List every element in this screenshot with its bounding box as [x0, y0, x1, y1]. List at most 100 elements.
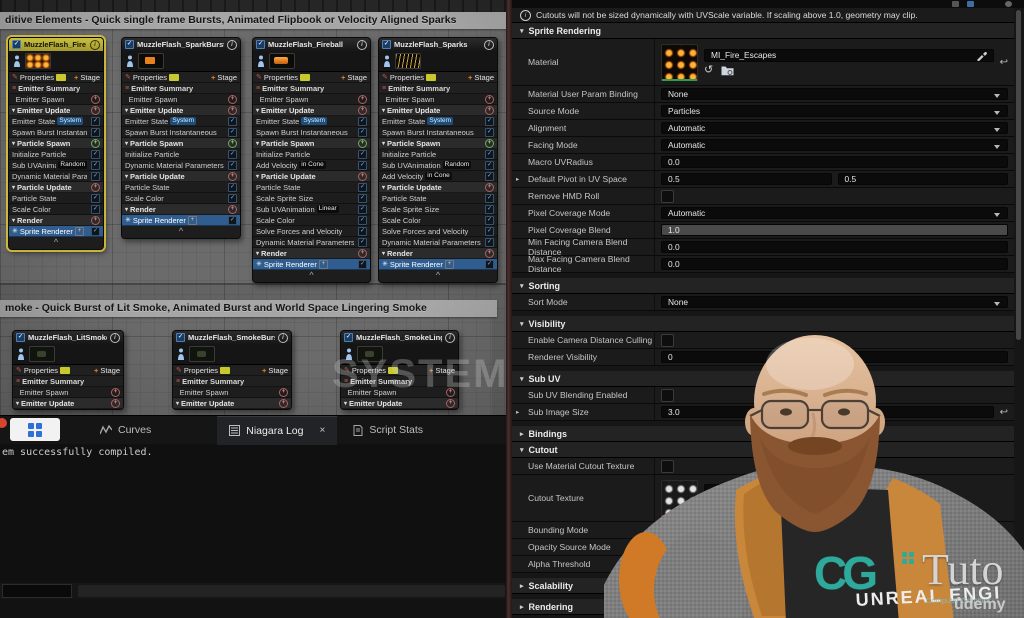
section-sub-uv[interactable]: ▾Sub UV: [512, 371, 1014, 387]
add-stage-plus-icon[interactable]: +: [74, 73, 78, 82]
module-enabled-checkbox[interactable]: ✓: [485, 150, 494, 159]
emitter-node-header[interactable]: ✓MuzzleFlash_Firei: [9, 38, 103, 51]
expander-icon[interactable]: ▸: [516, 175, 519, 183]
sub-image-size-input-y[interactable]: 3.0: [830, 406, 993, 418]
header-icon-3[interactable]: [1005, 1, 1012, 7]
node-row-spawn-burst-instantaneous[interactable]: Spawn Burst Instantaneous✓: [122, 127, 240, 138]
add-module-icon[interactable]: +: [228, 205, 237, 214]
section-sorting[interactable]: ▾Sorting: [512, 278, 1014, 294]
add-module-icon[interactable]: +: [358, 106, 367, 115]
module-enabled-checkbox[interactable]: ✓: [91, 128, 100, 137]
asset-thumbnail-mi-fire-escapes[interactable]: [661, 44, 698, 81]
emitter-enabled-checkbox[interactable]: ✓: [16, 333, 25, 342]
add-module-icon[interactable]: +: [91, 183, 100, 192]
module-enabled-checkbox[interactable]: ✓: [485, 194, 494, 203]
node-row-emitter-summary[interactable]: ≡Emitter Summary: [253, 83, 370, 94]
node-row-particle-state[interactable]: Particle State✓: [379, 193, 497, 204]
module-enabled-checkbox[interactable]: ✓: [485, 238, 494, 247]
pixel-coverage-blend-slider[interactable]: 1.0: [661, 224, 1008, 236]
node-row-render[interactable]: ▾Render+: [253, 248, 370, 259]
node-row-scale-sprite-size[interactable]: Scale Sprite Size✓: [253, 193, 370, 204]
module-enabled-checkbox[interactable]: ✓: [91, 172, 100, 181]
emitter-node-header[interactable]: ✓MuzzleFlash_SmokeLingeri: [341, 331, 458, 344]
node-row-emitter-summary[interactable]: ≡Emitter Summary: [173, 376, 291, 387]
add-stage-label[interactable]: Stage: [217, 73, 237, 82]
module-enabled-checkbox[interactable]: ✓: [485, 205, 494, 214]
collapse-chevron-icon[interactable]: ^: [253, 270, 370, 282]
node-row-emitter-summary[interactable]: ≡Emitter Summary: [13, 376, 123, 387]
section-rendering[interactable]: ▸Rendering: [512, 599, 1014, 615]
emitter-enabled-checkbox[interactable]: ✓: [176, 333, 185, 342]
triangle-down-icon[interactable]: ▾: [176, 400, 179, 407]
module-enabled-checkbox[interactable]: ✓: [358, 161, 367, 170]
add-stage-plus-icon[interactable]: +: [211, 73, 215, 82]
add-module-icon[interactable]: +: [91, 106, 100, 115]
collapse-chevron-icon[interactable]: ^: [122, 226, 240, 238]
add-stage-plus-icon[interactable]: +: [94, 366, 98, 375]
add-renderer-icon[interactable]: +: [319, 260, 328, 269]
module-enabled-checkbox[interactable]: ✓: [228, 183, 237, 192]
emitter-enabled-checkbox[interactable]: ✓: [344, 333, 353, 342]
module-enabled-checkbox[interactable]: ✓: [228, 150, 237, 159]
horizontal-scrollbar[interactable]: [78, 585, 505, 597]
renderer-enabled-checkbox[interactable]: ✓: [228, 216, 237, 225]
enable-camera-distance-culling-checkbox[interactable]: [661, 334, 674, 347]
module-enabled-checkbox[interactable]: ✓: [358, 194, 367, 203]
node-row-emitter-summary[interactable]: ≡Emitter Summary: [122, 83, 240, 94]
add-stage-label[interactable]: Stage: [268, 366, 288, 375]
emitter-enabled-checkbox[interactable]: ✓: [382, 40, 391, 49]
section-cutout[interactable]: ▾Cutout: [512, 442, 1014, 458]
node-row-emitter-update[interactable]: ▾Emitter Update+: [253, 105, 370, 116]
node-row-scale-color[interactable]: Scale Color✓: [9, 204, 103, 215]
module-enabled-checkbox[interactable]: ✓: [358, 238, 367, 247]
emitter-node-header[interactable]: ✓MuzzleFlash_SmokeBursti: [173, 331, 291, 344]
module-enabled-checkbox[interactable]: ✓: [358, 117, 367, 126]
node-row-initialize-particle[interactable]: Initialize Particle✓: [122, 149, 240, 160]
add-stage-label[interactable]: Stage: [100, 366, 120, 375]
node-row-emitter-summary[interactable]: ≡Emitter Summary: [379, 83, 497, 94]
node-row-emitter-spawn[interactable]: Emitter Spawn+: [13, 387, 123, 398]
module-enabled-checkbox[interactable]: ✓: [358, 216, 367, 225]
add-module-icon[interactable]: +: [279, 399, 288, 408]
emitter-node-muzzleflash-sparks[interactable]: ✓MuzzleFlash_Sparksi✎Properties+Stage≡Em…: [378, 37, 498, 283]
node-row-emitter-state[interactable]: Emitter StateSystem✓: [122, 116, 240, 127]
close-tab-icon[interactable]: ×: [319, 425, 325, 436]
collapse-chevron-icon[interactable]: ^: [9, 237, 103, 249]
add-stage-plus-icon[interactable]: +: [262, 366, 266, 375]
triangle-down-icon[interactable]: ▾: [382, 184, 385, 191]
tab-curves[interactable]: Curves: [88, 416, 163, 444]
node-row-particle-update[interactable]: ▾Particle Update+: [122, 171, 240, 182]
module-enabled-checkbox[interactable]: ✓: [485, 216, 494, 225]
module-enabled-checkbox[interactable]: ✓: [91, 194, 100, 203]
triangle-down-icon[interactable]: ▾: [256, 140, 259, 147]
node-row-sprite-renderer-selected[interactable]: ✳Sprite Renderer+✓: [379, 259, 497, 270]
niagara-log-output[interactable]: em successfully compiled.: [0, 443, 506, 583]
module-enabled-checkbox[interactable]: ✓: [91, 205, 100, 214]
node-row-particle-spawn[interactable]: ▾Particle Spawn+: [253, 138, 370, 149]
add-stage-plus-icon[interactable]: +: [429, 366, 433, 375]
module-enabled-checkbox[interactable]: ✓: [228, 128, 237, 137]
triangle-down-icon[interactable]: ▾: [125, 140, 128, 147]
add-module-icon[interactable]: +: [446, 399, 455, 408]
add-module-icon[interactable]: +: [91, 216, 100, 225]
emitter-node-muzzleflash-smokelinger[interactable]: ✓MuzzleFlash_SmokeLingeri✎Properties+Sta…: [340, 330, 459, 410]
add-module-icon[interactable]: +: [91, 95, 100, 104]
renderer-visibility-input[interactable]: 0: [661, 351, 1008, 363]
node-row-dynamic-material-parameters[interactable]: Dynamic Material Parameters✓: [253, 237, 370, 248]
triangle-down-icon[interactable]: ▾: [12, 184, 15, 191]
module-enabled-checkbox[interactable]: ✓: [358, 183, 367, 192]
node-row-render[interactable]: ▾Render+: [122, 204, 240, 215]
module-enabled-checkbox[interactable]: ✓: [228, 161, 237, 170]
node-row-sub-uvanimation[interactable]: Sub UVAnimationRandom✓: [379, 160, 497, 171]
module-enabled-checkbox[interactable]: ✓: [228, 194, 237, 203]
node-row-emitter-summary[interactable]: ≡Emitter Summary: [9, 83, 103, 94]
emitter-node-header[interactable]: ✓MuzzleFlash_LitSmokei: [13, 331, 123, 344]
add-module-icon[interactable]: +: [358, 95, 367, 104]
node-row-dynamic-material-parameters[interactable]: Dynamic Material Parameters✓: [379, 237, 497, 248]
expander-icon[interactable]: ▸: [516, 408, 519, 416]
facing-mode-dropdown[interactable]: Automatic: [661, 139, 1008, 151]
use-selected-asset-icon[interactable]: ↺: [704, 502, 713, 512]
node-row-particle-update[interactable]: ▾Particle Update+: [379, 182, 497, 193]
module-enabled-checkbox[interactable]: ✓: [91, 161, 100, 170]
node-row-particle-state[interactable]: Particle State✓: [253, 182, 370, 193]
